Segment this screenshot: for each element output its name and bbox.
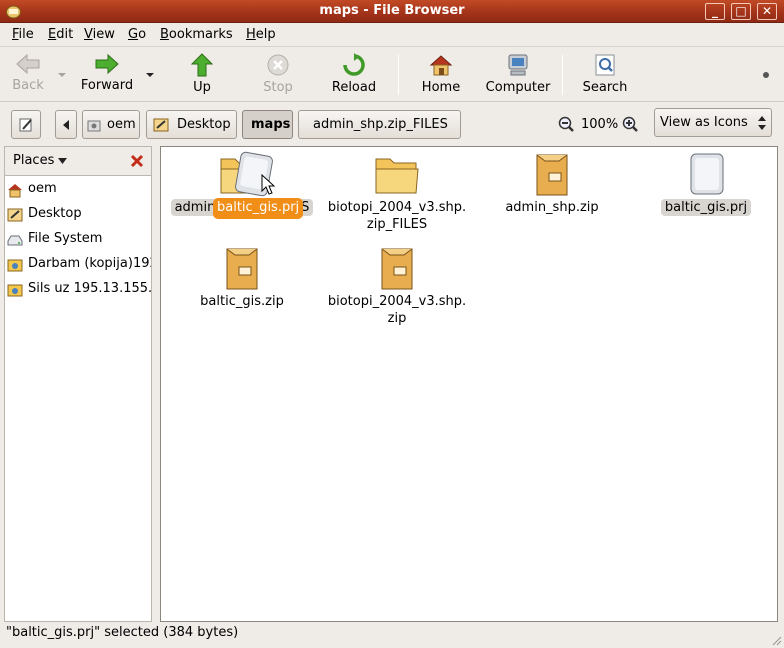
pencil-paper-icon [19,118,32,132]
home-icon [429,55,453,76]
forward-button[interactable]: Forward [78,53,136,99]
toolbar-separator [398,55,399,95]
throbber-icon [763,72,769,78]
up-arrow-icon [191,53,213,77]
chevron-left-icon [63,120,69,130]
close-sidebar-icon[interactable] [130,154,144,168]
zip-archive-icon [381,248,413,290]
places-dropdown[interactable]: Places [13,153,68,168]
drag-label: baltic_gis.prj [213,198,304,219]
desktop-icon [153,118,169,132]
path-button-maps[interactable]: maps [242,110,293,139]
computer-button[interactable]: Computer [484,53,552,99]
folder-icon [375,158,419,194]
forward-arrow-icon [95,53,119,75]
path-scroll-left-button[interactable] [55,110,77,139]
desktop-icon [7,208,23,222]
home-button[interactable]: Home [418,53,464,99]
sidebar-header: Places [4,146,152,176]
menu-help[interactable]: Help [246,27,276,42]
title-bar: maps - File Browser _ □ ✕ [0,0,784,23]
view-mode-select[interactable]: View as Icons [654,108,772,137]
file-item[interactable]: admin_shp.zip [477,151,627,216]
toggle-location-entry-button[interactable] [11,110,41,139]
drive-icon [7,235,23,246]
status-bar: "baltic_gis.prj" selected (384 bytes) [0,623,784,648]
menu-bar: File Edit View Go Bookmarks Help [0,23,784,47]
spin-arrows-icon [758,116,766,130]
up-button[interactable]: Up [182,53,222,99]
zoom-level[interactable]: 100% [581,117,618,132]
path-button-admin-shp-files[interactable]: admin_shp.zip_FILES [298,110,461,139]
status-text: "baltic_gis.prj" selected (384 bytes) [6,625,239,640]
network-folder-icon [7,284,23,297]
home-icon [8,184,22,198]
stop-icon [267,54,289,76]
home-folder-icon [87,120,101,132]
search-button[interactable]: Search [580,53,630,99]
back-button[interactable]: Back [8,53,48,99]
window-title: maps - File Browser [319,3,465,18]
zoom-in-icon[interactable] [622,116,638,132]
mouse-cursor-icon [261,174,275,195]
toolbar: Back Forward Up Stop Reload Home Compute… [0,47,784,102]
document-icon [690,153,724,195]
path-button-oem[interactable]: oem [82,110,140,139]
stop-button[interactable]: Stop [258,53,298,99]
file-item[interactable]: biotopi_2004_v3.shp. zip_FILES [322,151,472,233]
back-history-chevron-icon[interactable] [57,72,67,78]
close-window-button[interactable]: ✕ [757,3,777,20]
reload-icon [343,53,365,76]
sidebar: Places oem Desktop File System Darbam (k… [4,146,152,622]
chevron-down-icon [58,158,68,164]
menu-view[interactable]: View [84,27,115,42]
resize-grip-icon[interactable] [770,634,782,646]
file-item[interactable]: biotopi_2004_v3.shp. zip [322,245,472,327]
toolbar-separator [562,55,563,95]
places-list: oem Desktop File System Darbam (kopija)1… [4,176,152,622]
zip-archive-icon [536,154,568,196]
file-item[interactable]: baltic_gis.prj [631,151,781,216]
network-folder-icon [7,259,23,272]
zoom-out-icon[interactable] [558,116,574,132]
path-button-desktop[interactable]: Desktop [146,110,237,139]
reload-button[interactable]: Reload [328,53,380,99]
minimize-button[interactable]: _ [705,3,725,20]
menu-edit[interactable]: Edit [48,27,73,42]
zip-archive-icon [226,248,258,290]
menu-go[interactable]: Go [128,27,146,42]
forward-history-chevron-icon[interactable] [145,72,155,78]
search-icon [595,54,615,76]
computer-icon [508,54,528,76]
file-item[interactable]: baltic_gis.zip [167,245,317,310]
menu-bookmarks[interactable]: Bookmarks [160,27,233,42]
back-arrow-icon [16,53,40,75]
maximize-button[interactable]: □ [731,3,751,20]
menu-file[interactable]: File [12,27,34,42]
